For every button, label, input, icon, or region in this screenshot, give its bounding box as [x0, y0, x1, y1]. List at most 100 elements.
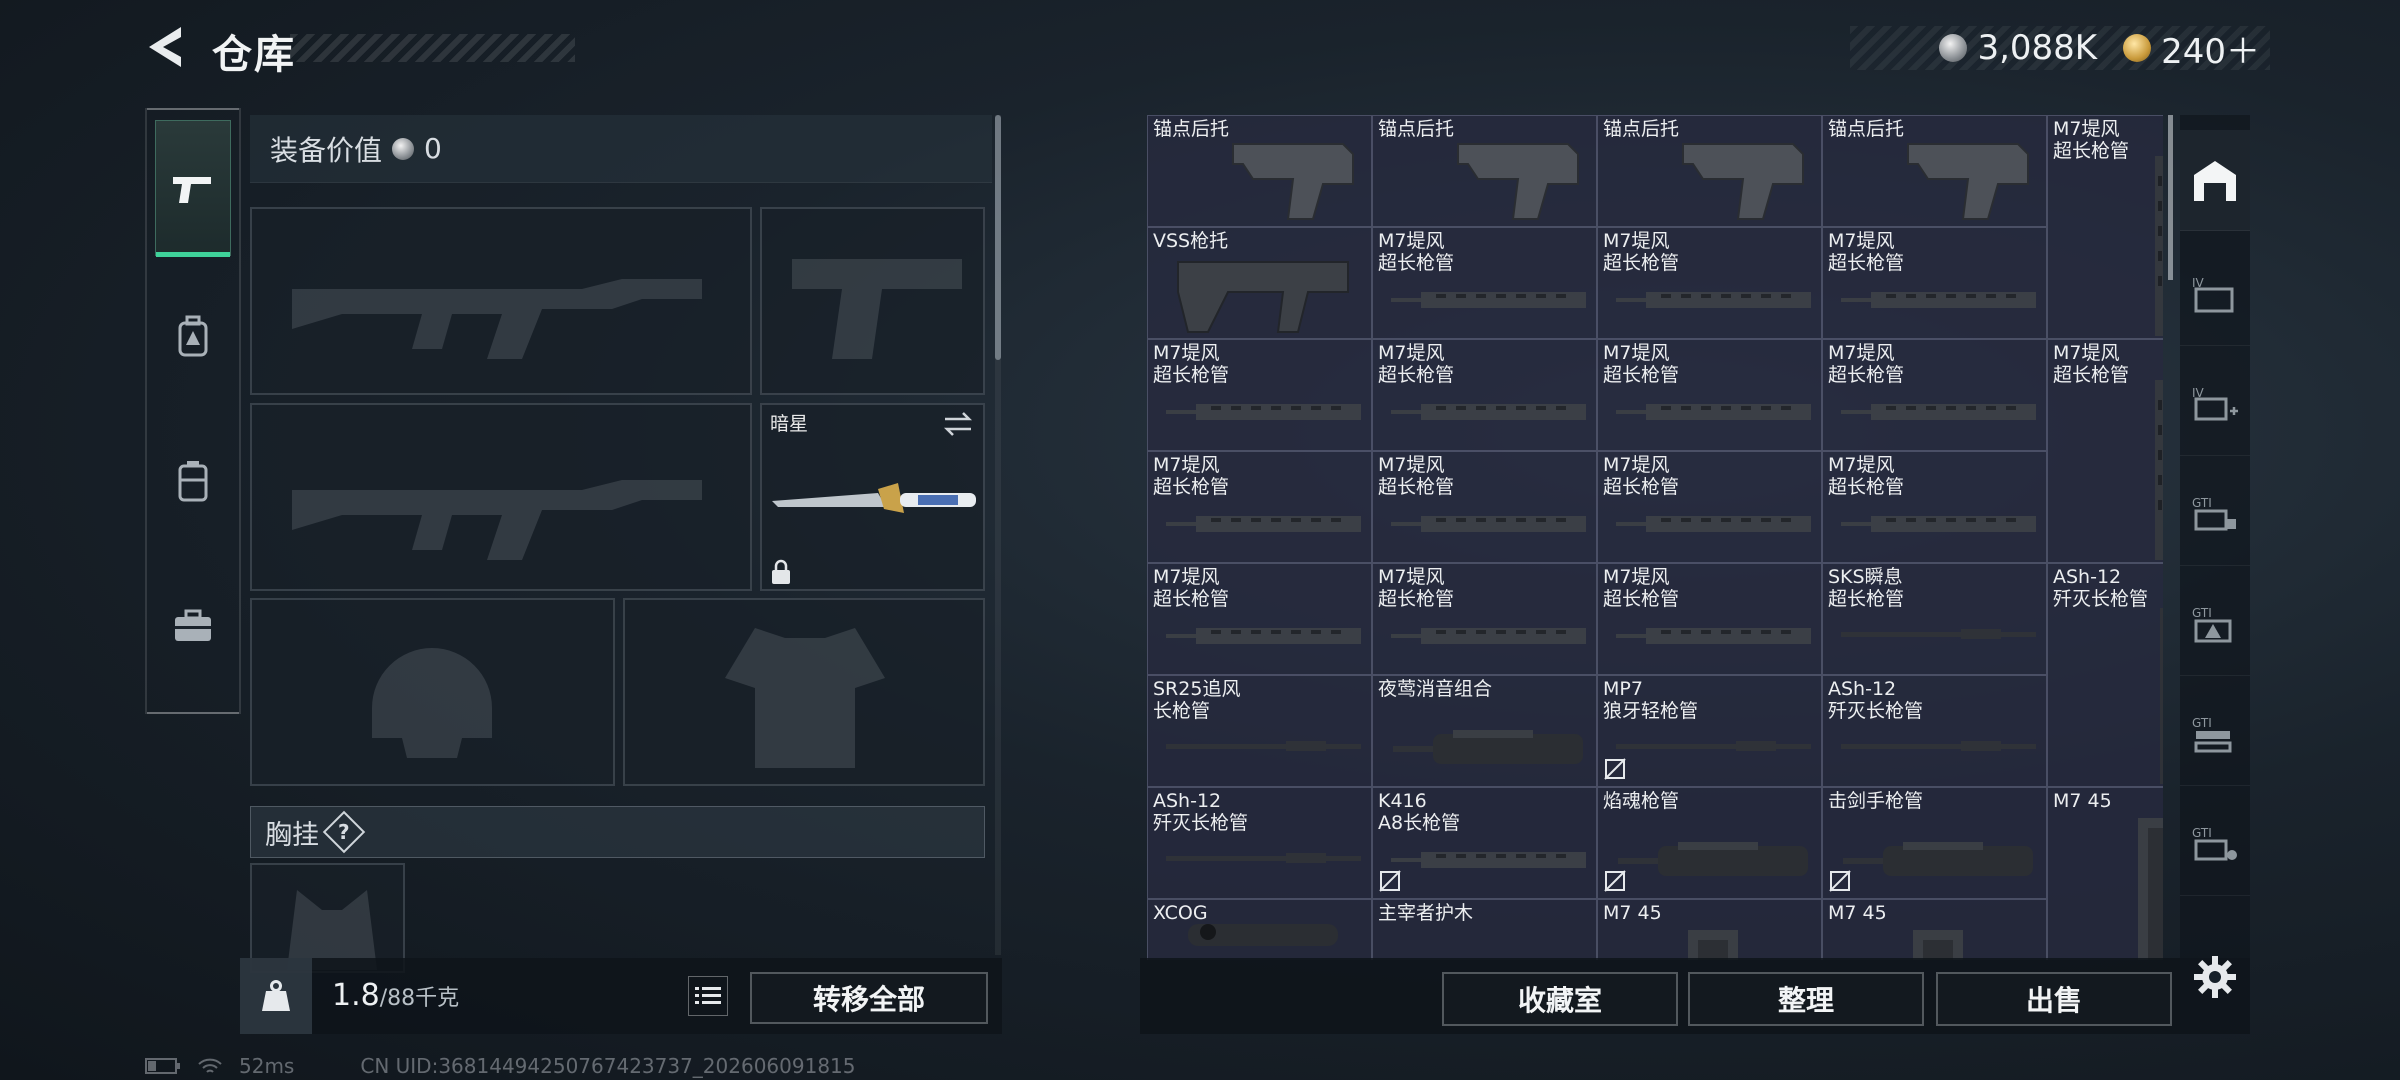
collection-room-button[interactable]: 收藏室 [1442, 972, 1678, 1026]
equipment-scrollbar[interactable] [995, 115, 1001, 360]
tab-weapons[interactable] [155, 120, 231, 257]
swap-icon[interactable] [943, 411, 973, 437]
grid-item[interactable]: M7堤风 超长枪管 [2047, 115, 2163, 339]
rail-gti-cube[interactable]: GTI [2180, 465, 2250, 566]
pistol-slot[interactable] [760, 207, 985, 395]
grid-item-name: 夜莺消音组合 [1378, 678, 1493, 700]
armor-slot[interactable] [623, 598, 985, 786]
equipment-value-label: 装备价值 [270, 133, 383, 167]
grid-item[interactable]: 锚点后托 [1822, 115, 2047, 227]
wifi-icon [198, 1058, 222, 1073]
grid-item-name: ASh-12 歼灭长枪管 [2053, 566, 2149, 610]
weight-max: /88千克 [379, 986, 460, 1011]
grid-item-name: M7堤风 超长枪管 [1378, 342, 1455, 386]
grid-item[interactable]: M7堤风 超长枪管 [2047, 339, 2163, 563]
no-sell-icon [1604, 758, 1626, 780]
grid-item-name: MP7 狼牙轻枪管 [1603, 678, 1699, 722]
grid-item[interactable]: 击剑手枪管 [1822, 787, 2047, 899]
tab-backpack[interactable] [155, 268, 231, 404]
list-view-button[interactable] [688, 976, 728, 1016]
melee-slot[interactable]: 暗星 [760, 403, 985, 591]
grid-item-name: M7堤风 超长枪管 [1603, 230, 1680, 274]
grid-item-name: M7堤风 超长枪管 [1153, 342, 1230, 386]
silver-coin-icon [392, 137, 415, 160]
grid-item[interactable]: 锚点后托 [1147, 115, 1372, 227]
grid-item[interactable]: M7堤风 超长枪管 [1822, 451, 2047, 563]
grid-item[interactable]: M7堤风 超长枪管 [1597, 563, 1822, 675]
grid-item[interactable]: K416 A8长枪管 [1372, 787, 1597, 899]
rail-add-iv[interactable]: IV [2180, 355, 2250, 456]
help-symbol: ? [338, 819, 350, 844]
grid-item[interactable]: M7堤风 超长枪管 [1372, 563, 1597, 675]
grid-item[interactable]: M7堤风 超长枪管 [1597, 339, 1822, 451]
ping-text: 52ms [239, 1054, 295, 1078]
grid-item[interactable]: SR25追风 长枪管 [1147, 675, 1372, 787]
grid-item-name: M7堤风 超长枪管 [2053, 118, 2130, 162]
rail-settings[interactable] [2180, 927, 2250, 1027]
grid-item-name: 锚点后托 [1603, 118, 1680, 140]
grid-item[interactable]: 焰魂枪管 [1597, 787, 1822, 899]
grid-item-name: VSS枪托 [1153, 230, 1229, 252]
grid-item-name: 锚点后托 [1378, 118, 1455, 140]
rail-gti-tag[interactable]: GTI [2180, 795, 2250, 896]
status-line: 52ms CN UID:3681449425076742373​7_202606… [145, 1054, 856, 1078]
tab-vest[interactable] [155, 413, 231, 549]
grid-item[interactable]: M7堤风 超长枪管 [1822, 227, 2047, 339]
grid-item[interactable]: M7 45 [1822, 899, 2047, 960]
grid-item[interactable]: M7 45 [2047, 787, 2163, 960]
help-button[interactable]: ? [322, 810, 366, 854]
weight-icon-box [240, 958, 312, 1034]
helmet-slot[interactable] [250, 598, 615, 786]
grid-item[interactable]: M7堤风 超长枪管 [1372, 339, 1597, 451]
grid-item[interactable]: M7堤风 超长枪管 [1372, 451, 1597, 563]
no-sell-icon [1379, 870, 1401, 892]
grid-item[interactable]: 锚点后托 [1372, 115, 1597, 227]
sell-button[interactable]: 出售 [1936, 972, 2172, 1026]
grid-item[interactable]: MP7 狼牙轻枪管 [1597, 675, 1822, 787]
helmet-silhouette-icon [372, 648, 492, 758]
chest-rig-header: 胸挂 ? [250, 806, 985, 858]
battery-icon [145, 1058, 180, 1074]
grid-item[interactable]: ASh-12 歼灭长枪管 [1822, 675, 2047, 787]
primary-weapon-slot[interactable] [250, 207, 752, 395]
grid-item[interactable]: M7堤风 超长枪管 [1147, 563, 1372, 675]
rail-gti-stack[interactable]: GTI [2180, 685, 2250, 786]
secondary-weapon-slot[interactable] [250, 403, 752, 591]
organize-button[interactable]: 整理 [1688, 972, 1924, 1026]
grid-item[interactable]: M7堤风 超长枪管 [1822, 339, 2047, 451]
grid-item-name: M7堤风 超长枪管 [1153, 454, 1230, 498]
grid-item[interactable]: ASh-12 歼灭长枪管 [1147, 787, 1372, 899]
grid-item-name: M7堤风 超长枪管 [1378, 566, 1455, 610]
grid-item[interactable]: M7堤风 超长枪管 [1597, 227, 1822, 339]
grid-item[interactable]: ASh-12 歼灭长枪管 [2047, 563, 2163, 787]
weight-bar: 1.8/88千克 转移全部 [240, 958, 1002, 1034]
grid-item[interactable]: 夜莺消音组合 [1372, 675, 1597, 787]
grid-item[interactable]: M7堤风 超长枪管 [1372, 227, 1597, 339]
top-bar: 仓库 3,088K 240＋ [0, 0, 2400, 100]
grid-item[interactable]: VSS枪托 [1147, 227, 1372, 339]
back-button[interactable] [140, 22, 190, 72]
grid-item[interactable]: 锚点后托 [1597, 115, 1822, 227]
back-arrow-icon [149, 27, 181, 67]
grid-item[interactable]: SKS瞬息 超长枪管 [1822, 563, 2047, 675]
currency-silver[interactable]: 3,088K [1939, 28, 2097, 68]
tab-toolbox[interactable] [155, 558, 231, 694]
grid-item[interactable]: M7堤风 超长枪管 [1147, 339, 1372, 451]
transfer-all-button[interactable]: 转移全部 [750, 972, 988, 1024]
grid-item-name: M7堤风 超长枪管 [1153, 566, 1230, 610]
grid-item[interactable]: M7堤风 超长枪管 [1147, 451, 1372, 563]
warehouse-scrollbar[interactable] [2168, 115, 2173, 280]
currency-gold[interactable]: 240＋ [2123, 24, 2260, 73]
rail-folder-iv[interactable]: IV [2180, 245, 2250, 346]
rail-warehouse[interactable] [2180, 130, 2250, 231]
chest-rig-slot[interactable] [250, 863, 405, 973]
grid-item[interactable]: 主宰者护木 [1372, 899, 1597, 960]
grid-item[interactable]: M7 45 [1597, 899, 1822, 960]
grid-item-name: M7堤风 超长枪管 [1603, 454, 1680, 498]
grid-item-name: M7堤风 超长枪管 [1378, 454, 1455, 498]
equipment-panel: 装备价值 0 暗星 [240, 115, 1000, 1040]
grid-item[interactable]: M7堤风 超长枪管 [1597, 451, 1822, 563]
rail-gti-triangle[interactable]: GTI [2180, 575, 2250, 676]
equipment-value-bar: 装备价值 0 [250, 115, 992, 183]
grid-item[interactable]: XCOG [1147, 899, 1372, 960]
